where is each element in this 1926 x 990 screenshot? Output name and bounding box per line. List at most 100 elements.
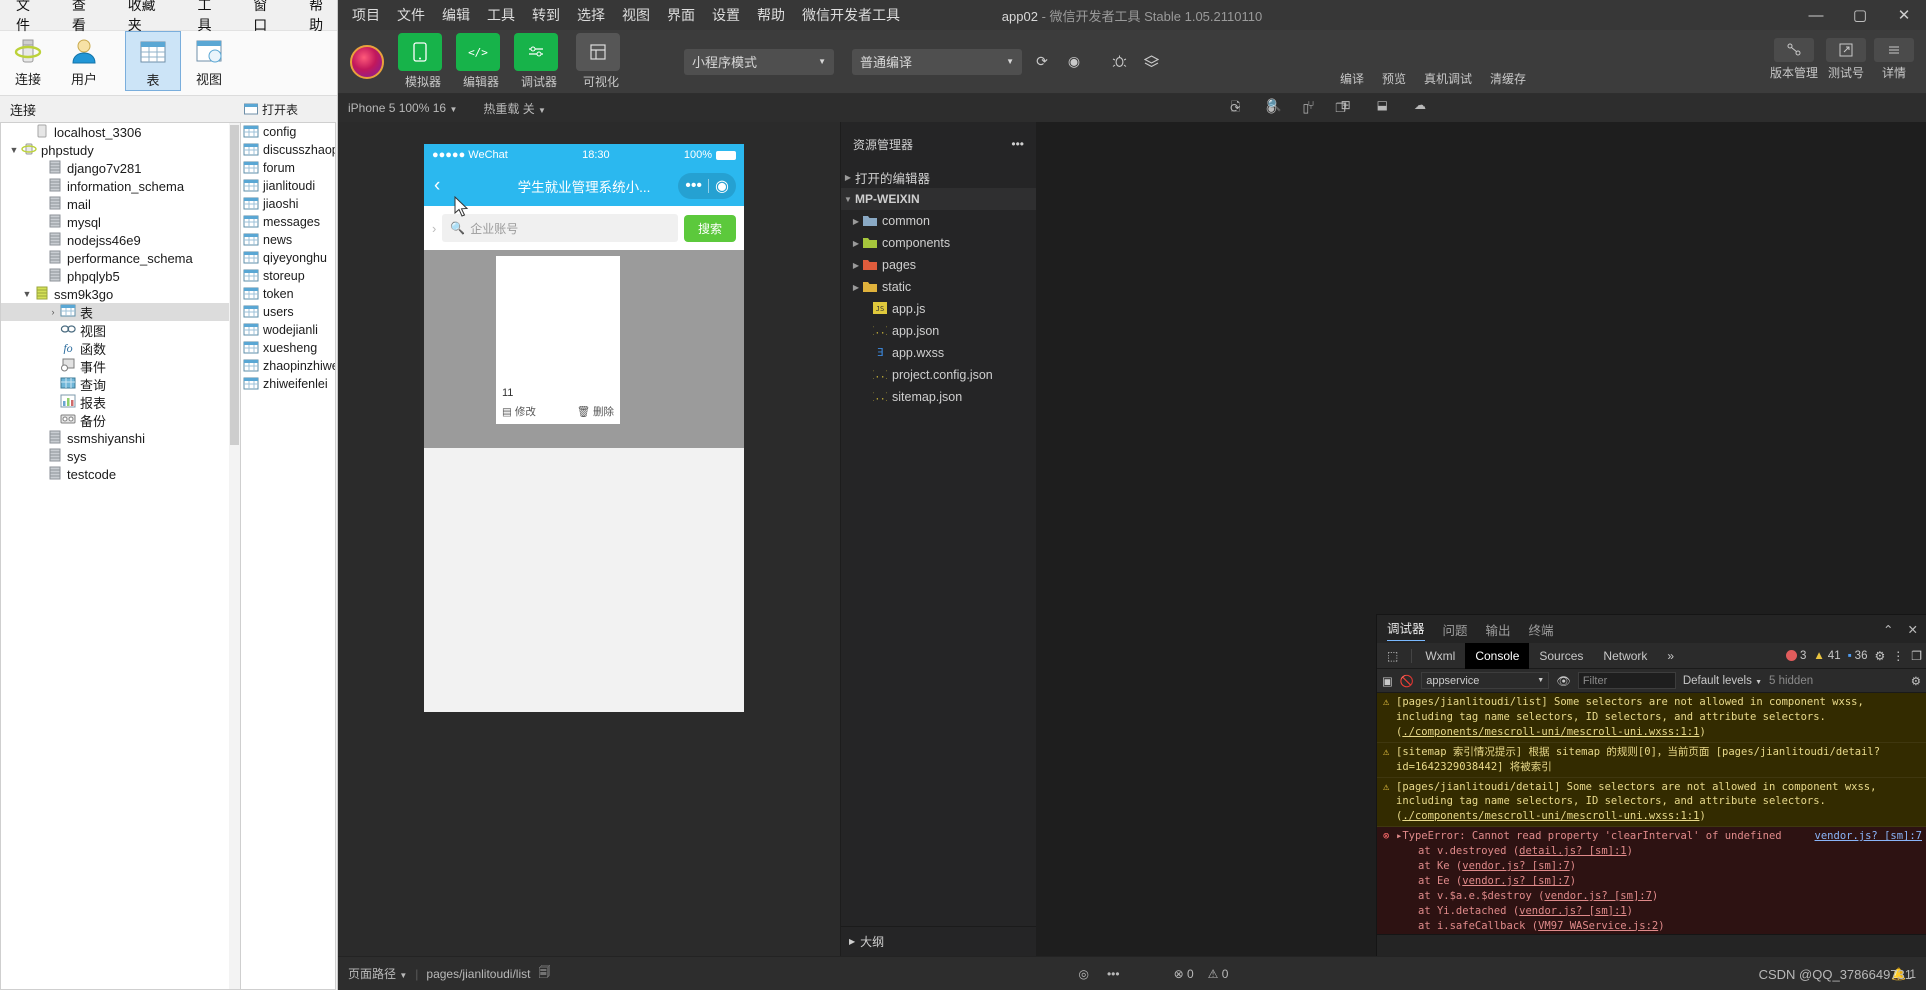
explorer-item-components[interactable]: ▶ components: [841, 232, 1036, 254]
toolbar-view-button[interactable]: 视图: [181, 31, 237, 91]
close-icon[interactable]: ✕: [1908, 622, 1918, 637]
stack-frame-link[interactable]: detail.js? [sm]:1: [1519, 845, 1626, 857]
tree-scrollbar[interactable]: [229, 123, 240, 989]
menu-view[interactable]: 查看: [72, 0, 100, 35]
toolbar-simulator[interactable]: 模拟器: [398, 33, 448, 90]
menu-favorites[interactable]: 收藏夹: [128, 0, 170, 35]
table-list-item[interactable]: storeup: [241, 267, 335, 285]
wechat-capsule[interactable]: ••• ◉: [678, 173, 736, 199]
tab-console[interactable]: Console: [1465, 642, 1530, 669]
tree-item-ssm9k3go[interactable]: ▼ ssm9k3go: [1, 285, 240, 303]
right-tool-详情[interactable]: 详情: [1874, 38, 1914, 81]
capsule-more-icon[interactable]: •••: [685, 177, 702, 195]
menu-window[interactable]: 窗口: [253, 0, 281, 35]
chevron-right-icon[interactable]: ▶: [849, 239, 863, 248]
tree-item-localhost_3306[interactable]: localhost_3306: [1, 123, 240, 141]
explorer-item-app-json[interactable]: {..} app.json: [841, 320, 1036, 342]
devtools-menu-0[interactable]: 项目: [352, 5, 380, 25]
console-message[interactable]: ⚠ [sitemap 索引情况提示] 根据 sitemap 的规则[0]，当前页面…: [1377, 742, 1926, 778]
warning-count-badge[interactable]: ▲ 41: [1813, 650, 1840, 662]
more-icon[interactable]: •••: [1107, 967, 1120, 981]
explorer-project-root[interactable]: ▼ MP-WEIXIN: [841, 188, 1036, 210]
explorer-item-app-wxss[interactable]: Ǝapp.wxss: [841, 342, 1036, 364]
explorer-item-sitemap-json[interactable]: {..} sitemap.json: [841, 386, 1036, 408]
tree-item--[interactable]: › 表: [1, 303, 240, 321]
panel-tab-output[interactable]: 输出: [1486, 620, 1511, 639]
toolbar-visual[interactable]: 可视化: [576, 33, 626, 90]
menu-help[interactable]: 帮助: [309, 0, 337, 35]
stack-frame-link[interactable]: vendor.js? [sm]:7: [1462, 860, 1569, 872]
tree-item-phpstudy[interactable]: ▼ phpstudy: [1, 141, 240, 159]
console-filter-input[interactable]: Filter: [1577, 672, 1676, 689]
compile-action-0[interactable]: 编译: [1340, 70, 1364, 87]
mode-select[interactable]: 小程序模式 ▼: [684, 48, 834, 75]
tab-overflow[interactable]: »: [1657, 643, 1684, 669]
search-button[interactable]: 搜索: [683, 214, 736, 242]
search-input[interactable]: 🔍 企业账号: [442, 214, 678, 242]
chevron-right-icon[interactable]: ▶: [849, 261, 863, 270]
info-count-badge[interactable]: ▪ 36: [1848, 650, 1868, 662]
compile-action-3[interactable]: 清缓存: [1490, 70, 1526, 87]
tree-twisty-icon[interactable]: ›: [46, 307, 60, 317]
tree-item-nodejss46e9[interactable]: nodejss46e9: [1, 231, 240, 249]
toolbar-table-button[interactable]: 表: [125, 31, 181, 91]
tree-twisty-icon[interactable]: ▼: [20, 289, 34, 299]
chevron-right-icon[interactable]: ›: [432, 221, 436, 236]
tree-item-django7v281[interactable]: django7v281: [1, 159, 240, 177]
console-message[interactable]: ⊗ ▸TypeError: Cannot read property 'clear…: [1377, 827, 1926, 934]
error-count-badge[interactable]: 3: [1786, 650, 1806, 662]
tree-item--[interactable]: 视图: [1, 321, 240, 339]
copy-icon[interactable]: 🗐: [538, 963, 550, 984]
console-levels-select[interactable]: Default levels ▼: [1683, 675, 1762, 687]
minimize-button[interactable]: —: [1794, 0, 1838, 30]
maximize-button[interactable]: ▢: [1838, 0, 1882, 30]
console-settings-icon[interactable]: ⚙: [1911, 674, 1921, 688]
tab-sources[interactable]: Sources: [1529, 643, 1593, 669]
toolbar-connection-button[interactable]: 连接: [0, 31, 56, 91]
tree-item-sys[interactable]: sys: [1, 447, 240, 465]
plugin-icon[interactable]: ⬓: [1377, 98, 1388, 119]
explorer-item-app-js[interactable]: JS app.js: [841, 298, 1036, 320]
right-tool-版本管理[interactable]: 版本管理: [1770, 38, 1818, 81]
hotreload-select[interactable]: 热重载 关 ▼: [483, 100, 546, 117]
menu-tools[interactable]: 工具: [197, 0, 225, 35]
devtools-menu-4[interactable]: 转到: [532, 5, 560, 25]
console-message[interactable]: ⚠ [pages/jianlitoudi/detail] Some selecto…: [1377, 777, 1926, 828]
table-list-item[interactable]: discusszhaopinzhiwei: [241, 141, 335, 159]
table-list-item[interactable]: wodejianli: [241, 321, 335, 339]
settings-gear-icon[interactable]: ⚙: [1874, 649, 1885, 663]
status-warn-badge[interactable]: ⚠ 0: [1208, 967, 1229, 981]
table-list-item[interactable]: zhiweifenlei: [241, 375, 335, 393]
device-select[interactable]: iPhone 5 100% 16 ▼: [348, 101, 457, 115]
list-item[interactable]: 11 ▤ 修改 🗑 删除: [496, 256, 620, 424]
card-edit-button[interactable]: ▤ 修改: [502, 404, 536, 419]
clear-console-icon[interactable]: 🚫: [1400, 674, 1414, 688]
table-list-item[interactable]: config: [241, 123, 335, 141]
devtools-menu-5[interactable]: 选择: [577, 5, 605, 25]
table-list-item[interactable]: jiaoshi: [241, 195, 335, 213]
tab-network[interactable]: Network: [1593, 643, 1657, 669]
table-list-item[interactable]: forum: [241, 159, 335, 177]
cloud-icon[interactable]: ☁: [1414, 98, 1426, 119]
tree-item-phpqlyb5[interactable]: phpqlyb5: [1, 267, 240, 285]
tree-item-ssmshiyanshi[interactable]: ssmshiyanshi: [1, 429, 240, 447]
scm-icon[interactable]: ⑂: [1307, 98, 1314, 119]
explorer-more-icon[interactable]: •••: [1011, 137, 1024, 151]
stack-frame-link[interactable]: VM97 WAService.js:2: [1538, 920, 1658, 932]
devtools-menu-3[interactable]: 工具: [487, 5, 515, 25]
search-icon[interactable]: 🔍: [1266, 98, 1281, 119]
table-list[interactable]: config discusszhaopinzhiwei forum jianlitou…: [240, 122, 336, 990]
toolbar-user-button[interactable]: 用户: [56, 31, 112, 91]
tree-item-performance_schema[interactable]: performance_schema: [1, 249, 240, 267]
panel-tab-problems[interactable]: 问题: [1443, 620, 1468, 639]
explorer-item-static[interactable]: ▶ static: [841, 276, 1036, 298]
explorer-item-project-config-json[interactable]: {..} project.config.json: [841, 364, 1036, 386]
bug-icon[interactable]: [1106, 49, 1132, 75]
chevron-up-icon[interactable]: ⌃: [1883, 622, 1893, 637]
console-context-select[interactable]: appservice ▼: [1421, 672, 1550, 689]
tree-item-information_schema[interactable]: information_schema: [1, 177, 240, 195]
outline-section[interactable]: ▶ 大纲: [841, 926, 1036, 956]
eye-live-expression-icon[interactable]: 👁: [1556, 674, 1571, 688]
chevron-right-icon[interactable]: ▶: [849, 217, 863, 226]
stack-frame-link[interactable]: vendor.js? [sm]:7: [1544, 890, 1651, 902]
